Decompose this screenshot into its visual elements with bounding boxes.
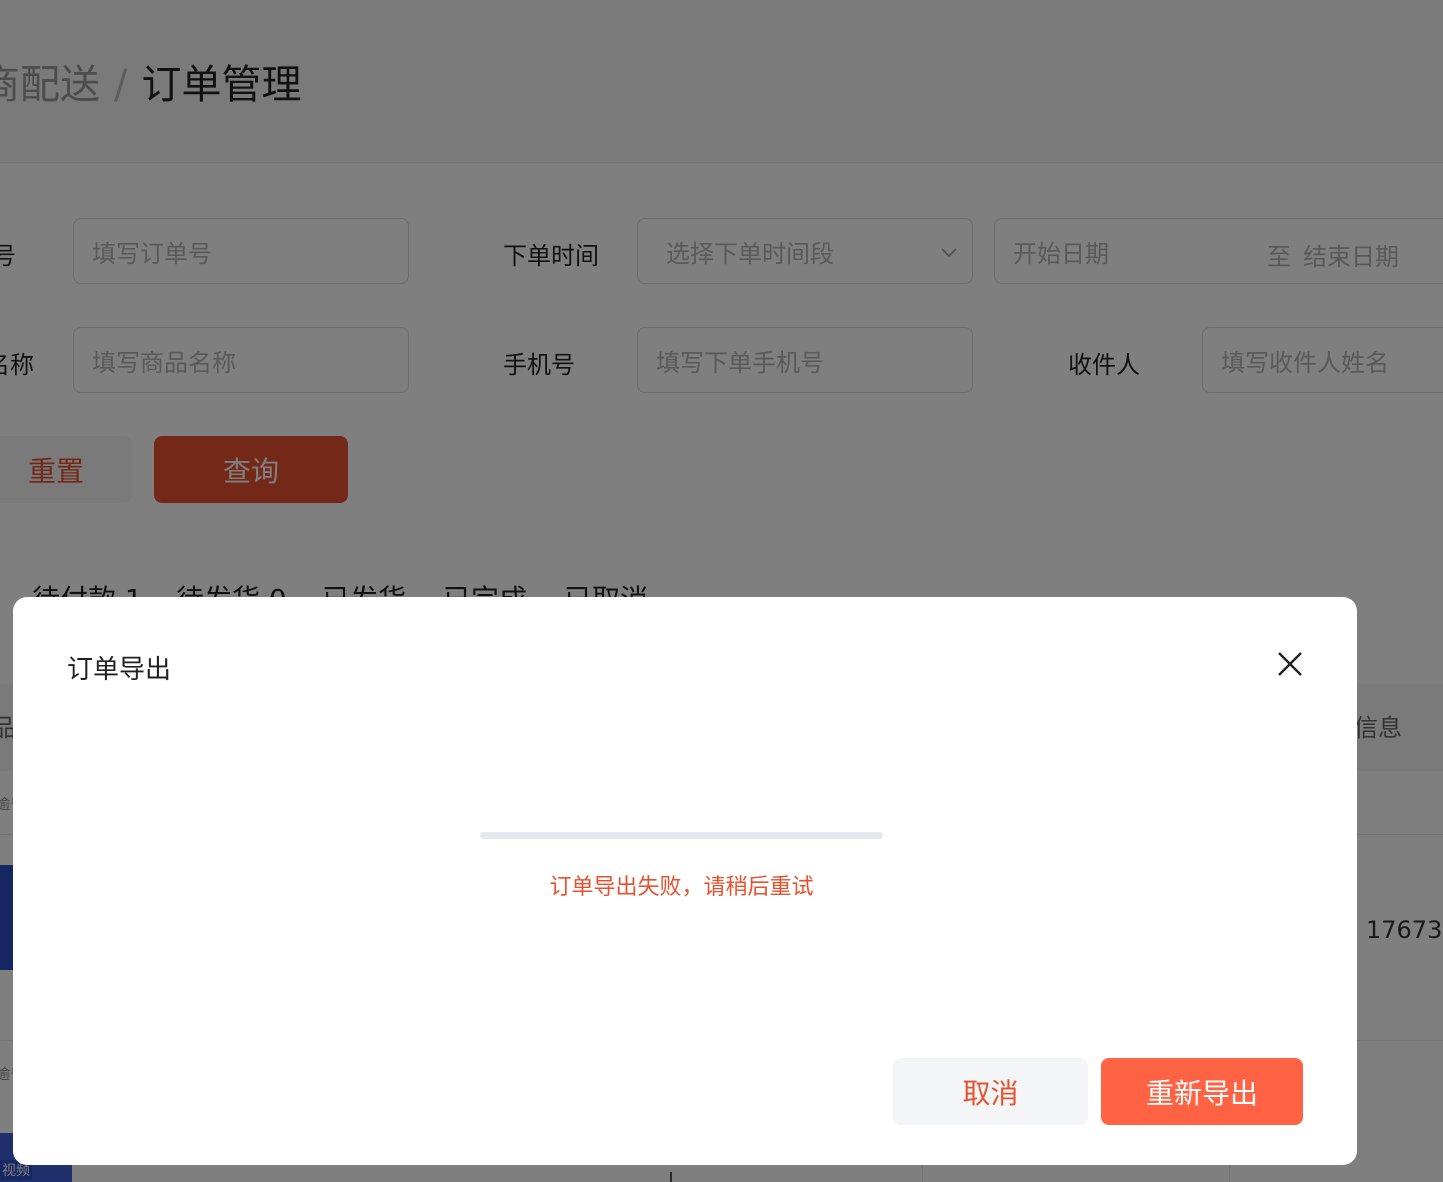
cancel-button[interactable]: 取消 xyxy=(893,1058,1088,1125)
export-progress-bar xyxy=(480,832,883,839)
dialog-title: 订单导出 xyxy=(67,655,172,685)
close-icon[interactable] xyxy=(1273,647,1307,681)
export-dialog: 订单导出 订单导出失败，请稍后重试 取消 重新导出 xyxy=(13,597,1357,1165)
export-error-message: 订单导出失败，请稍后重试 xyxy=(549,875,814,900)
retry-export-button[interactable]: 重新导出 xyxy=(1101,1058,1303,1125)
